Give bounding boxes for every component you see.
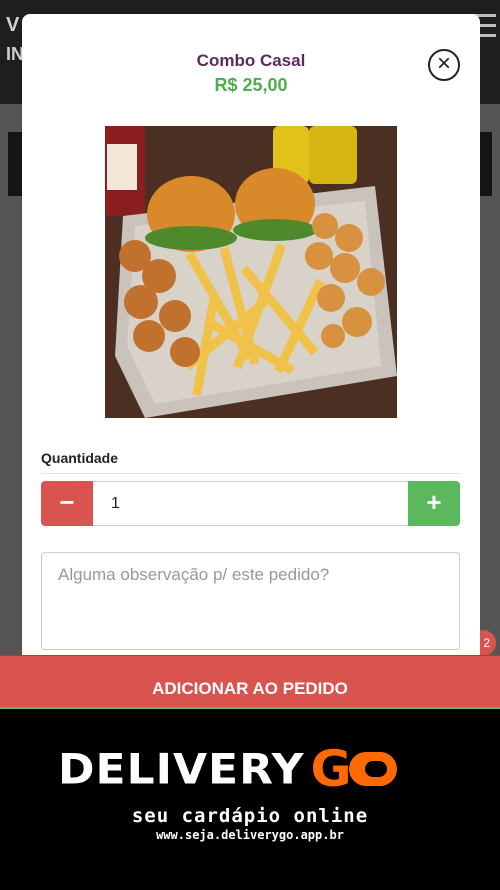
logo-go-mark: G	[310, 740, 398, 798]
quantity-input[interactable]	[93, 481, 408, 526]
product-modal: Combo Casal R$ 25,00 × Quantidade − 1 + …	[22, 14, 480, 664]
close-icon[interactable]: ×	[428, 49, 460, 81]
branding-banner: DELIVERY G seu cardápio online www.seja.…	[0, 707, 500, 890]
logo-o-speed-icon	[349, 752, 398, 786]
quantity-divider	[41, 473, 460, 474]
brand-website: www.seja.deliverygo.app.br	[156, 828, 344, 842]
product-title: Combo Casal	[196, 51, 306, 70]
product-price: R$ 25,00	[214, 75, 288, 95]
quantity-stepper: − +	[41, 481, 460, 526]
brand-tagline: seu cardápio online	[131, 805, 369, 827]
increase-quantity-button[interactable]: +	[408, 481, 460, 526]
logo-g-letter: G	[310, 740, 352, 798]
order-notes-field[interactable]	[41, 552, 460, 650]
decrease-quantity-button[interactable]: −	[41, 481, 93, 526]
add-to-order-button[interactable]: ADICIONAR AO PEDIDO	[0, 655, 500, 707]
background-title-line1: V	[6, 14, 20, 36]
logo-word: DELIVERY	[58, 744, 305, 794]
product-image	[105, 126, 397, 418]
quantity-label: Quantidade	[41, 450, 119, 466]
deliverygo-logo: DELIVERY G	[58, 739, 398, 799]
